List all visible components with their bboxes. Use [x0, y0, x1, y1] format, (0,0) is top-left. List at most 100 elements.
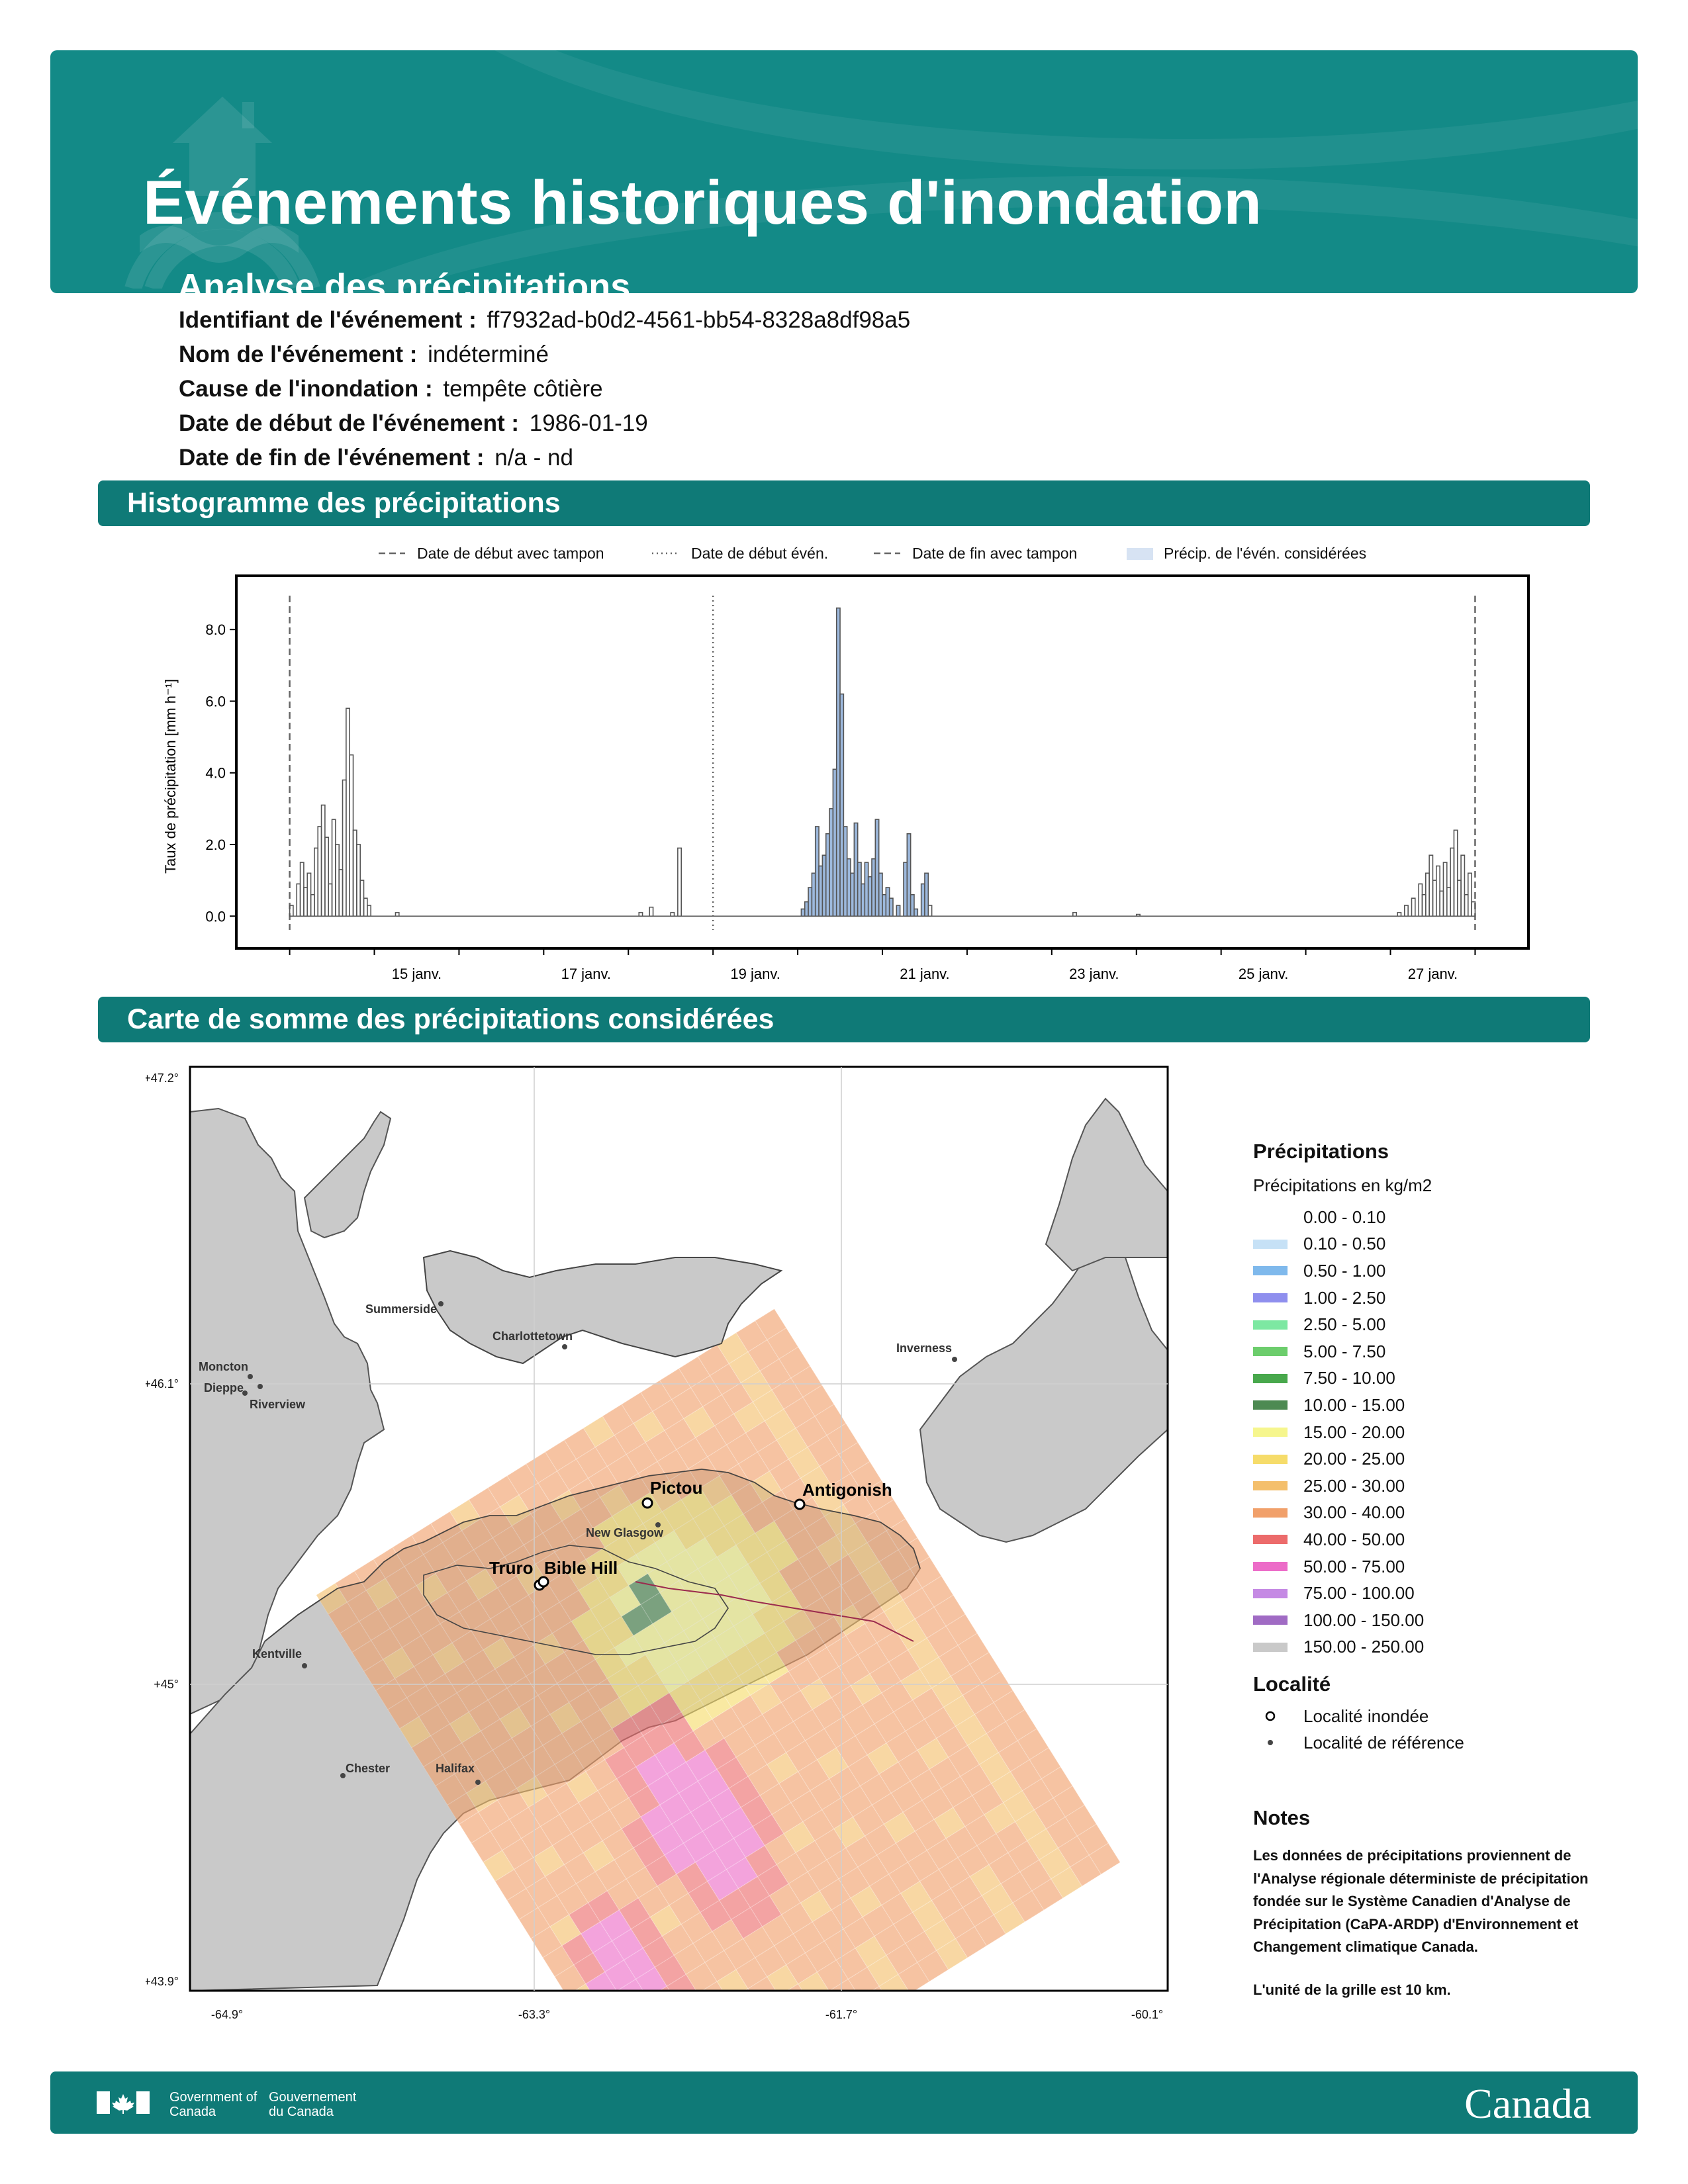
legend-class-row: 0.50 - 1.00 [1253, 1257, 1624, 1285]
government-of-canada-label: Government of Canada [169, 2090, 258, 2119]
legend-class-row: 150.00 - 250.00 [1253, 1634, 1624, 1661]
legend-class-row: 25.00 - 30.00 [1253, 1473, 1624, 1500]
legend-class-row: 10.00 - 15.00 [1253, 1392, 1624, 1419]
grid-cell [741, 2008, 772, 2039]
grid-cell [760, 1996, 791, 2027]
grid-cell [602, 2041, 633, 2052]
notes-title: Notes [1253, 1806, 1311, 1830]
legend-swatch [1253, 1508, 1288, 1518]
bible-hill-marker [538, 1576, 549, 1588]
x-tick-label: 23 janv. [1069, 966, 1119, 982]
event-cause-value: tempête côtière [443, 376, 603, 402]
grid-cell [590, 2022, 622, 2052]
lon-label: -63.3° [518, 2008, 550, 2021]
grid-cell [641, 2017, 672, 2048]
event-start-value: 1986-01-19 [529, 410, 648, 436]
grid-cell [772, 2015, 803, 2046]
place-label: Inverness [896, 1342, 952, 1355]
place-label: Bible Hill [544, 1558, 618, 1578]
grid-cell [660, 2005, 691, 2036]
legend-considered-swatch [1127, 548, 1153, 560]
lon-label: -60.1° [1131, 2008, 1163, 2021]
grid-cell [579, 2003, 610, 2034]
event-id-row: Identifiant de l'événement : ff7932ad-b0… [179, 303, 910, 338]
legend-swatch [1253, 1293, 1288, 1303]
grid-cell [633, 2048, 665, 2052]
x-tick-label: 27 janv. [1408, 966, 1458, 982]
event-end-label: Date de fin de l'événement : [179, 445, 485, 471]
y-tick-label: 2.0 [205, 837, 226, 853]
legend-swatch [1253, 1615, 1288, 1625]
grid-cell [765, 2046, 796, 2052]
legend-class-row: 40.00 - 50.00 [1253, 1526, 1624, 1553]
footer: Government of Canada Gouvernement du Can… [50, 2071, 1638, 2134]
legend-class-row: 15.00 - 20.00 [1253, 1419, 1624, 1446]
grid-cell [703, 2032, 734, 2052]
legend-class-label: 75.00 - 100.00 [1303, 1583, 1415, 1604]
dieppe-marker [258, 1384, 263, 1389]
lon-label: -61.7° [825, 2008, 857, 2021]
grid-cell [710, 2001, 741, 2032]
summerside-marker [438, 1301, 444, 1306]
grid-cell [691, 2013, 722, 2044]
grid-cell [753, 2027, 784, 2052]
event-cause-label: Cause de l'inondation : [179, 376, 433, 402]
grid-cell [653, 2036, 684, 2052]
legend-swatch [1253, 1454, 1288, 1464]
lat-label: +47.2° [146, 1071, 179, 1085]
legend-buffered-end-label: Date de fin avec tampon [912, 545, 1077, 562]
pictou-marker [641, 1497, 653, 1509]
legend-swatch [1253, 1212, 1288, 1222]
page-title: Événements historiques d'inondation [143, 167, 1262, 237]
legend-class-row: 5.00 - 7.50 [1253, 1338, 1624, 1365]
place-label: Antigonish [802, 1480, 892, 1500]
kentville-marker [302, 1663, 307, 1668]
x-tick-label: 17 janv. [561, 966, 611, 982]
legend-class-label: 2.50 - 5.00 [1303, 1314, 1386, 1335]
legend-class-label: 50.00 - 75.00 [1303, 1556, 1405, 1576]
inverness-marker [952, 1357, 957, 1362]
place-label: Summerside [365, 1302, 437, 1316]
legend-class-row: 7.50 - 10.00 [1253, 1365, 1624, 1392]
legend-class-row: 75.00 - 100.00 [1253, 1580, 1624, 1607]
lat-label: +45° [154, 1678, 179, 1691]
place-label: Dieppe [204, 1381, 244, 1394]
legend-considered-label: Précip. de l'évén. considérées [1164, 545, 1366, 562]
moncton-marker [248, 1374, 253, 1379]
notes-text: Les données de précipitations proviennen… [1253, 1847, 1589, 1956]
page-subtitle: Analyse des précipitations [177, 267, 631, 293]
header-banner: Événements historiques d'inondation Anal… [50, 50, 1638, 293]
grid-cell [679, 1993, 710, 2025]
grid-cell [684, 2044, 715, 2052]
precipitation-map: +47.2° +46.1° +45° +43.9° -64.9° -63.3° … [146, 1066, 1169, 2052]
precipitation-histogram: Date de début avec tampon Date de début … [162, 545, 1530, 982]
legend-class-label: 1.00 - 2.50 [1303, 1287, 1386, 1308]
legend-class-label: 100.00 - 150.00 [1303, 1610, 1425, 1630]
legend-swatch [1253, 1239, 1288, 1249]
place-label: New Glasgow [586, 1526, 664, 1539]
event-metadata: Identifiant de l'événement : ff7932ad-b0… [179, 303, 910, 475]
event-name-label: Nom de l'événement : [179, 341, 418, 367]
legend-swatch [1253, 1535, 1288, 1545]
place-label: Halifax [436, 1762, 475, 1775]
legend-class-label: 0.50 - 1.00 [1303, 1260, 1386, 1281]
lat-label: +43.9° [146, 1975, 179, 1988]
place-label: Kentville [252, 1647, 302, 1661]
legend-swatch [1253, 1347, 1288, 1357]
legend-class-label: 0.00 - 0.10 [1303, 1206, 1386, 1227]
place-label: Charlottetown [492, 1330, 573, 1343]
chester-marker [340, 1773, 346, 1778]
legend-swatch [1253, 1400, 1288, 1410]
grid-cell [784, 2034, 815, 2052]
legend-class-label: 25.00 - 30.00 [1303, 1475, 1405, 1496]
histogram-legend: Date de début avec tampon Date de début … [379, 545, 1366, 562]
legend-class-row: 2.50 - 5.00 [1253, 1311, 1624, 1338]
grid-cell [722, 2020, 753, 2051]
legend-swatch [1253, 1562, 1288, 1572]
legend-class-label: 10.00 - 15.00 [1303, 1394, 1405, 1415]
place-label: Pictou [650, 1478, 702, 1498]
histogram-bar [914, 908, 919, 917]
grid-cell [733, 2039, 765, 2052]
histogram-section-header: Histogramme des précipitations [98, 480, 1590, 526]
antigonish-marker [794, 1498, 806, 1510]
